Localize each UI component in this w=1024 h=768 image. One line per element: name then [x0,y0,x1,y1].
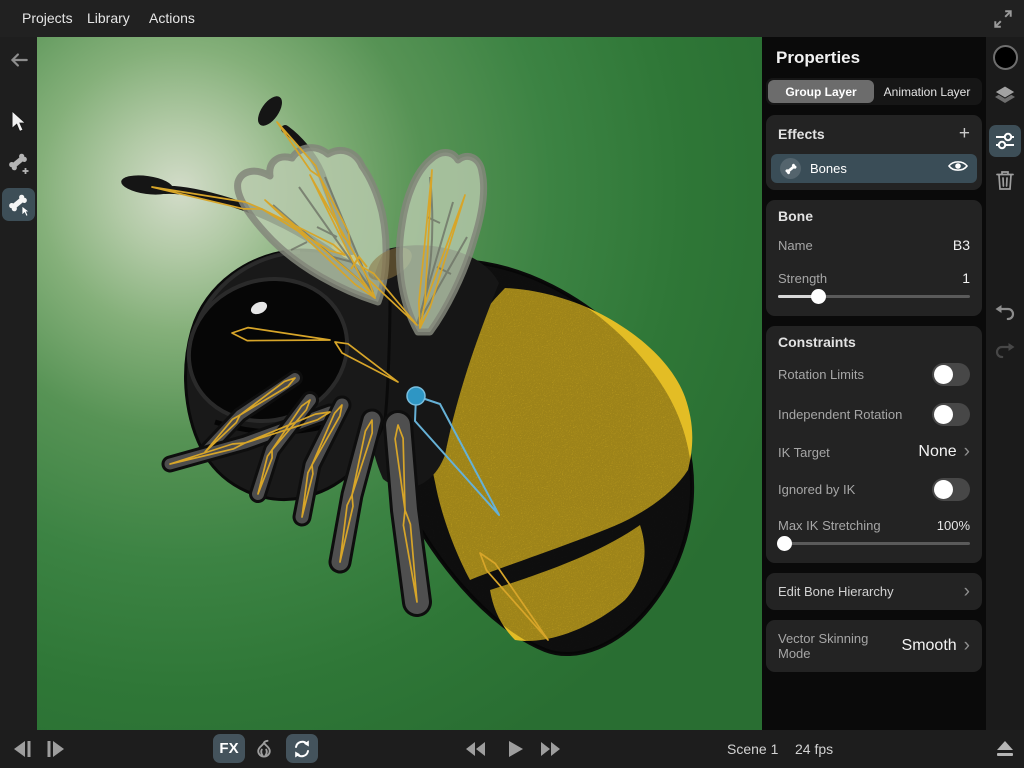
add-effect-button[interactable]: + [959,123,970,145]
bone-icon [780,158,801,179]
vector-skinning-selector[interactable]: Vector Skinning Mode Smooth › [766,620,982,672]
menu-actions[interactable]: Actions [149,0,195,37]
effects-card: Effects + Bones [766,115,982,190]
back-arrow-icon[interactable] [2,43,35,76]
max-ik-slider[interactable] [778,535,970,551]
bone-name-value[interactable]: B3 [953,237,970,253]
adjustments-icon[interactable] [989,125,1021,157]
layer-tabs: Group Layer Animation Layer [766,78,982,105]
canvas[interactable] [37,37,762,730]
fast-forward-icon[interactable] [537,737,563,761]
loop-icon[interactable] [286,734,318,763]
trash-icon[interactable] [989,164,1021,196]
bone-tool-selected[interactable] [2,188,35,221]
vector-skinning-value: Smooth [902,637,957,655]
color-swatch[interactable] [989,41,1021,73]
bone-name-label: Name [778,238,813,253]
tab-animation-layer[interactable]: Animation Layer [874,80,980,103]
bone-joint [407,387,425,405]
layers-icon[interactable] [989,79,1021,111]
chevron-right-icon: › [964,585,970,599]
effects-header: Effects [778,126,825,142]
slider-thumb[interactable] [811,289,826,304]
max-ik-value: 100% [937,518,970,533]
expand-diagonal-icon[interactable] [992,8,1014,30]
edit-bone-hierarchy-card: Edit Bone Hierarchy › [766,573,982,610]
bone-add-icon[interactable] [2,147,35,180]
onion-skin-icon[interactable] [248,734,280,763]
slider-thumb[interactable] [777,536,792,551]
bone-card: Bone Name B3 Strength 1 [766,200,982,316]
chevron-right-icon: › [964,639,970,653]
menu-library[interactable]: Library [87,0,130,37]
vector-skinning-card: Vector Skinning Mode Smooth › [766,620,982,672]
independent-rotation-toggle[interactable] [932,403,970,426]
strength-label: Strength [778,271,827,286]
left-toolbar [0,37,37,730]
bee-illustration [37,37,762,730]
fx-button[interactable]: FX [213,734,245,763]
chevron-right-icon: › [964,445,970,459]
cursor-icon[interactable] [2,105,35,138]
play-button[interactable] [502,737,528,761]
app-window: Projects Library Actions [0,0,1024,768]
ik-target-selector[interactable]: None › [918,443,970,461]
fx-label: FX [219,740,238,757]
right-toolbar [986,37,1024,730]
transport-bar: FX [0,730,1024,768]
constraints-card: Constraints Rotation Limits Independent … [766,326,982,563]
max-ik-label: Max IK Stretching [778,518,881,533]
scene-label[interactable]: Scene 1 [727,741,778,757]
step-forward-icon[interactable] [44,737,70,761]
bone-header: Bone [778,208,813,224]
top-menu-bar: Projects Library Actions [0,0,1024,37]
undo-icon[interactable] [989,297,1021,329]
tab-group-layer[interactable]: Group Layer [768,80,874,103]
rewind-icon[interactable] [463,737,489,761]
visibility-eye-icon[interactable] [948,159,968,178]
independent-rotation-label: Independent Rotation [778,407,902,422]
vector-skinning-label: Vector Skinning Mode [778,631,902,661]
ignored-by-ik-toggle[interactable] [932,478,970,501]
bones-effect-row[interactable]: Bones [771,154,977,183]
redo-icon[interactable] [989,335,1021,367]
edit-bone-hierarchy-label: Edit Bone Hierarchy [778,584,894,599]
fps-label[interactable]: 24 fps [795,741,833,757]
eject-icon[interactable] [992,737,1018,761]
properties-panel: Properties Group Layer Animation Layer E… [762,37,986,730]
step-back-icon[interactable] [8,737,34,761]
panel-title: Properties [776,48,972,68]
ignored-by-ik-label: Ignored by IK [778,482,855,497]
edit-bone-hierarchy-button[interactable]: Edit Bone Hierarchy › [766,573,982,610]
rotation-limits-label: Rotation Limits [778,367,864,382]
strength-slider[interactable] [778,288,970,304]
bones-effect-label: Bones [810,161,948,176]
rotation-limits-toggle[interactable] [932,363,970,386]
ik-target-label: IK Target [778,445,830,460]
menu-projects[interactable]: Projects [22,0,73,37]
constraints-header: Constraints [778,334,856,350]
strength-value: 1 [962,270,970,286]
cursor-icon [22,206,29,216]
ik-target-value: None [918,443,956,461]
